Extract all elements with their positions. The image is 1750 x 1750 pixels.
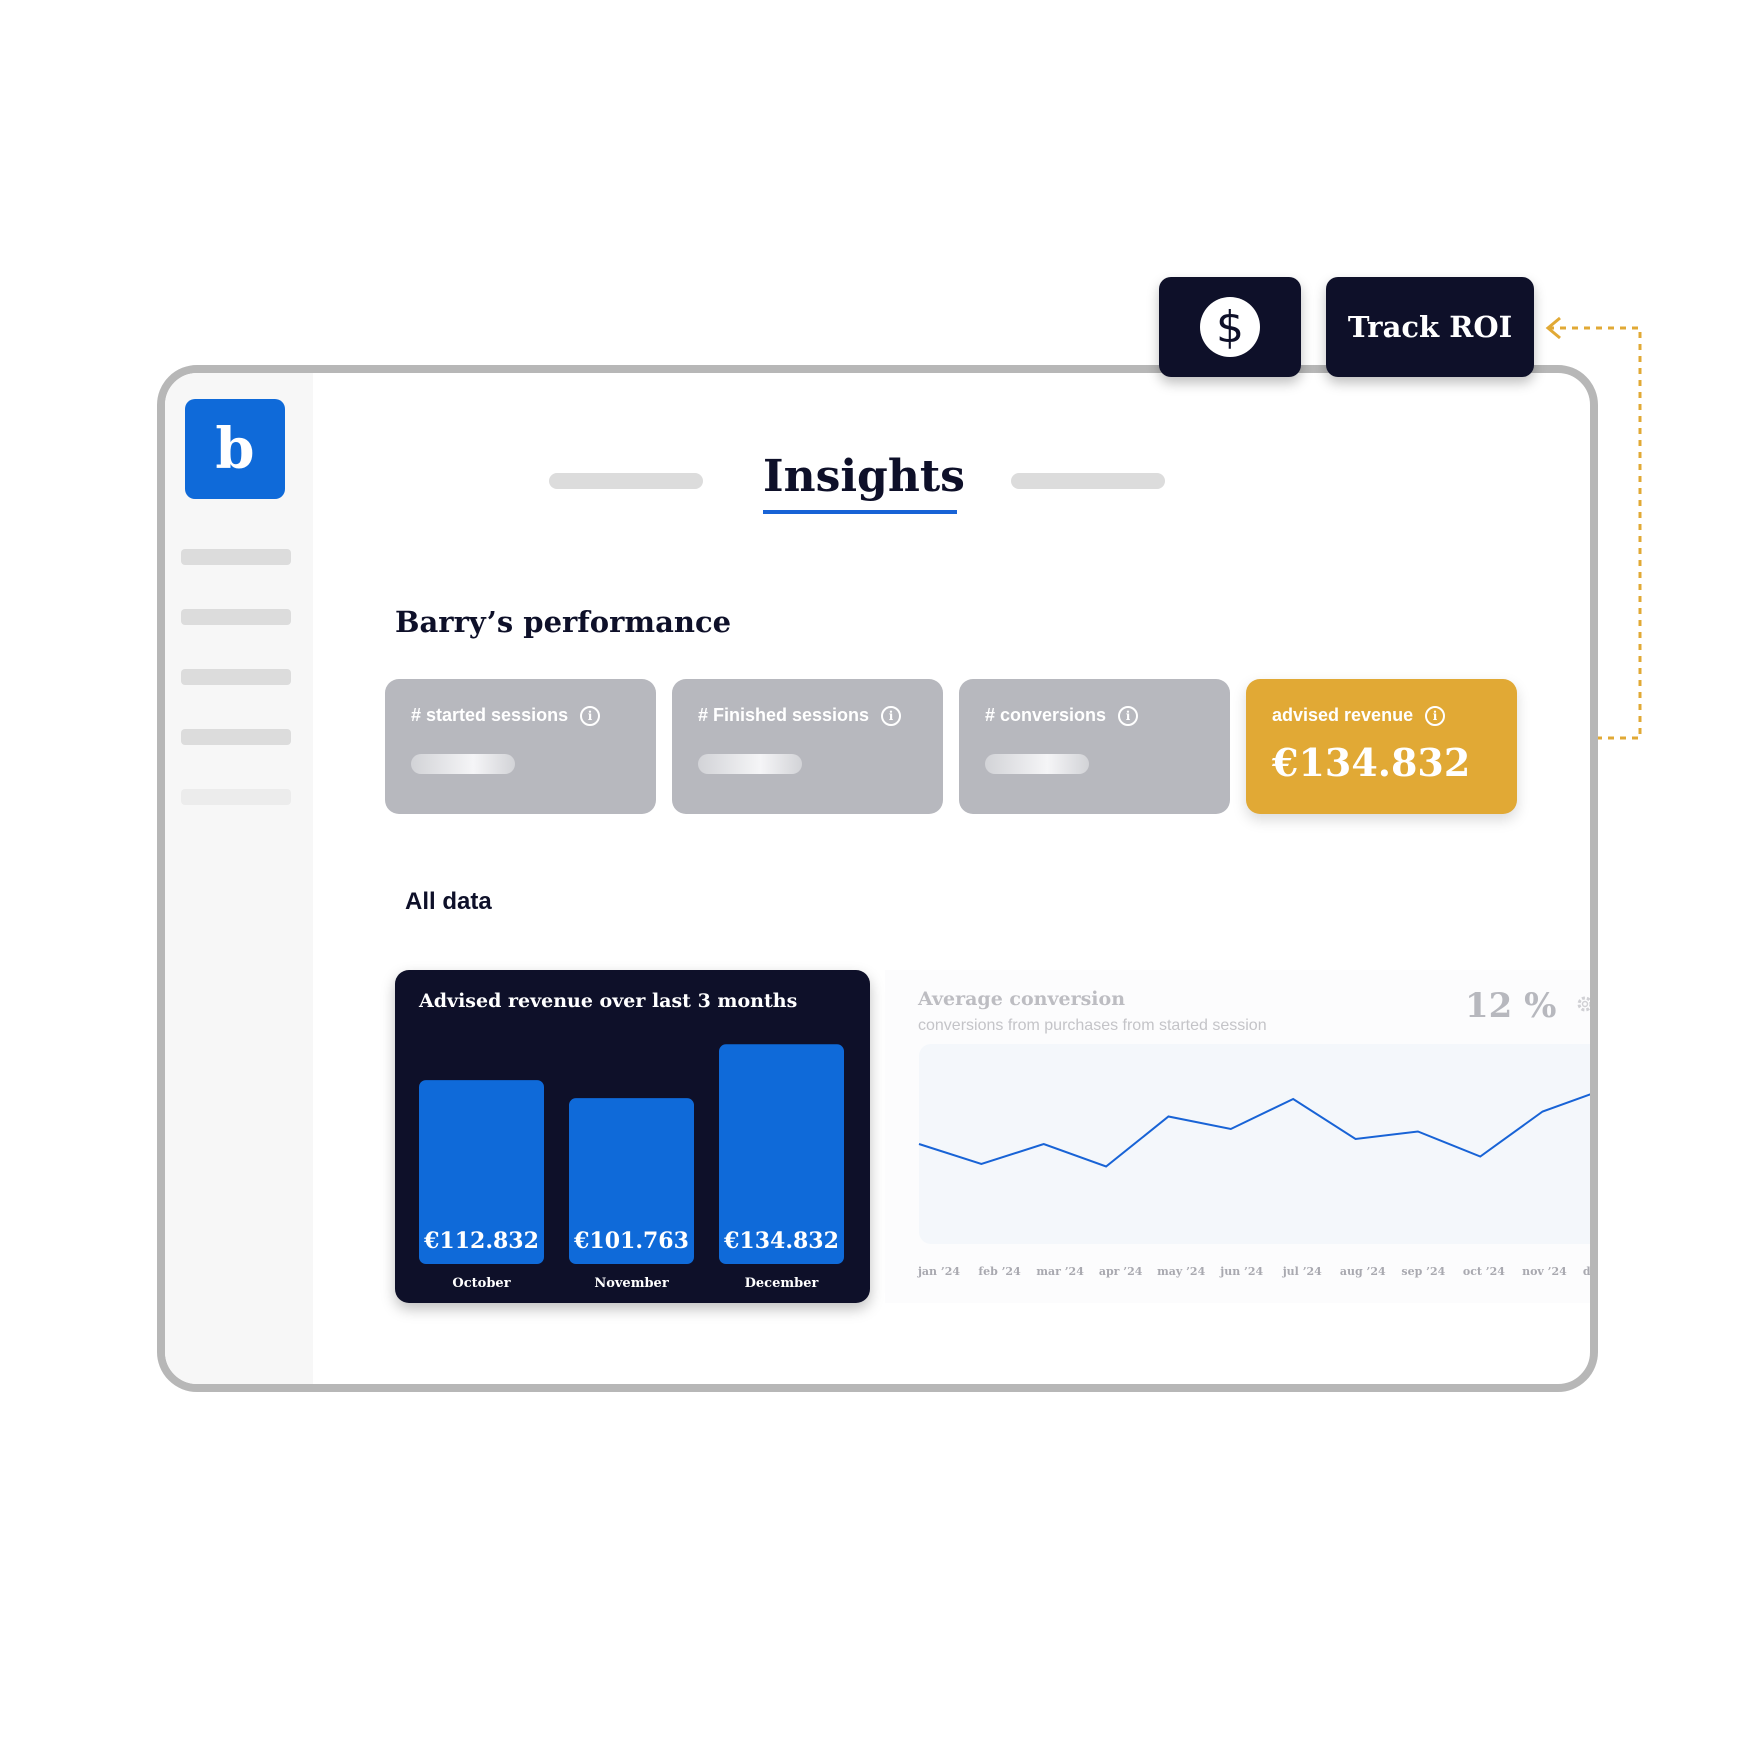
x-tick-label: aug ’24 [1340,1265,1386,1278]
tab-insights[interactable]: Insights [763,451,965,514]
metric-value: €134.832 [1272,740,1471,785]
sidebar-item-placeholder[interactable] [181,549,291,565]
info-icon[interactable]: i [1118,705,1139,726]
line-chart-subtitle: conversions from purchases from started … [918,1017,1267,1034]
metric-card-advised-revenue[interactable]: advised revenue i €134.832 [1246,679,1517,814]
track-roi-button[interactable]: Track ROI [1326,277,1534,377]
x-tick-label: jan ’24 [917,1265,960,1278]
bar-chart-title: Advised revenue over last 3 months [419,990,798,1012]
sidebar: b [165,373,313,1384]
metric-label: # conversions [985,705,1107,725]
bar-value-label: €134.832 [723,1228,839,1254]
x-tick-label: may ’24 [1157,1265,1205,1278]
sidebar-item-placeholder[interactable] [181,609,291,625]
bar-value-label: €101.763 [573,1228,689,1254]
metric-card-conversions[interactable]: # conversions i [959,679,1230,814]
info-icon[interactable]: i [1425,705,1446,726]
bar-category-label: November [594,1276,668,1291]
x-tick-label: jul ’24 [1282,1265,1322,1278]
bar-chart: €112.832 October €101.763 November €134.832 D… [419,1044,844,1291]
line-chart-card: jan ’24 feb ’24 mar ’24 apr ’24 may ’24 jun ’… [885,970,1598,1303]
value-skeleton [985,754,1089,774]
sidebar-item-placeholder[interactable] [181,789,291,805]
value-skeleton [698,754,802,774]
x-tick-label: mar ’24 [1036,1265,1084,1278]
bar-chart-card: €112.832 October €101.763 November €134.832 D… [395,970,870,1303]
value-skeleton [411,754,515,774]
sidebar-item-placeholder[interactable] [181,669,291,685]
x-tick-label: dec ’24 [1583,1265,1598,1278]
x-tick-label: oct ’24 [1463,1265,1505,1278]
dollar-icon: $ [1200,297,1260,357]
bar-value-label: €112.832 [423,1228,539,1254]
line-chart-title: Average conversion [918,988,1126,1010]
gear-icon[interactable] [1575,994,1595,1014]
metric-card-started-sessions[interactable]: # started sessions i [385,679,656,814]
all-data-heading: All data [405,888,492,915]
brand-logo[interactable]: b [185,399,285,499]
metric-card-finished-sessions[interactable]: # Finished sessions i [672,679,943,814]
bar-category-label: October [452,1276,510,1291]
dollar-button[interactable]: $ [1159,277,1301,377]
app-window: b Insights Barry’s performance # started… [157,365,1598,1392]
sidebar-item-placeholder[interactable] [181,729,291,745]
tab-placeholder-right[interactable] [1011,473,1165,489]
tab-placeholder-left[interactable] [549,473,703,489]
info-icon[interactable]: i [881,705,902,726]
average-conversion-value: 12 % [1465,986,1557,1026]
section-title: Barry’s performance [395,605,732,639]
metric-label: advised revenue [1272,705,1414,725]
x-tick-label: apr ’24 [1099,1265,1143,1278]
metric-label: # started sessions [411,705,569,725]
track-roi-label: Track ROI [1347,310,1513,344]
x-tick-label: feb ’24 [978,1265,1021,1278]
x-tick-label: sep ’24 [1401,1265,1445,1278]
x-tick-label: nov ’24 [1522,1265,1567,1278]
bar-category-label: December [745,1276,819,1291]
metric-label: # Finished sessions [698,705,870,725]
x-tick-label: jun ’24 [1219,1265,1263,1278]
info-icon[interactable]: i [580,705,601,726]
